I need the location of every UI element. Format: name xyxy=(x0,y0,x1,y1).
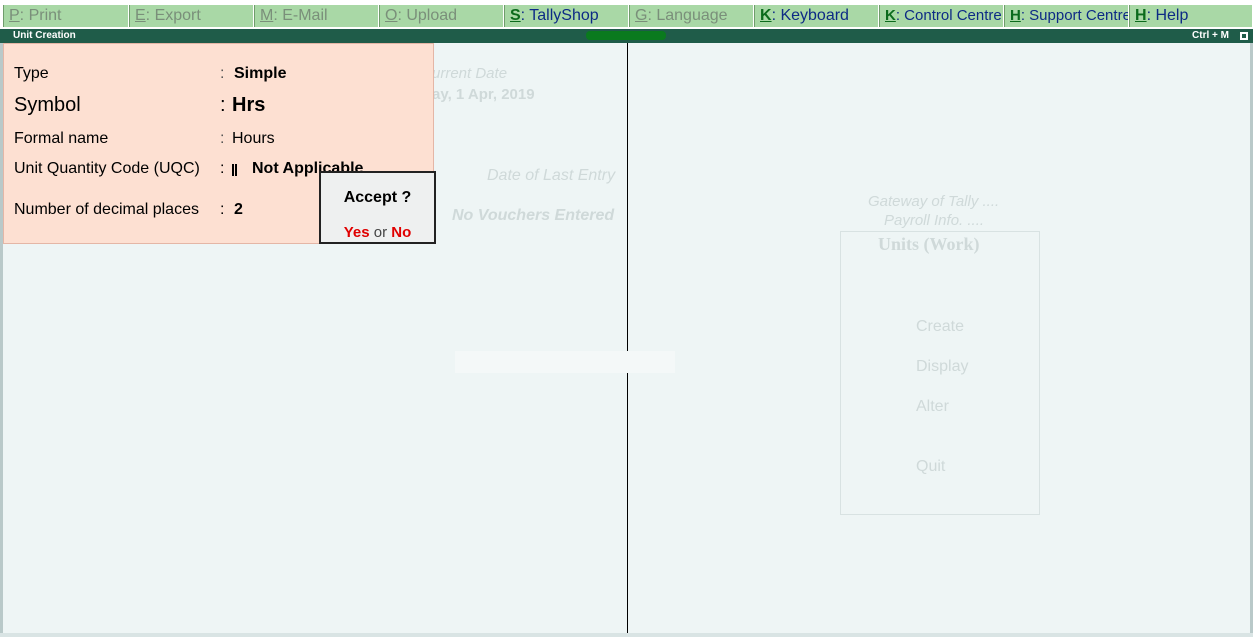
print-button[interactable]: P: Print xyxy=(3,5,129,27)
symbol-row: Symbol : Hrs xyxy=(14,94,265,117)
control-centre-hotkey: K xyxy=(885,7,896,24)
symbol-label: Symbol xyxy=(14,94,81,116)
type-colon: : xyxy=(220,65,225,82)
or-text: or xyxy=(373,224,388,241)
keyboard-label: : Keyboard xyxy=(771,7,849,24)
keyboard-button[interactable]: K: Keyboard xyxy=(754,5,879,27)
formal-name-colon: : xyxy=(220,130,225,147)
export-hotkey: E xyxy=(135,7,146,24)
units-option-quit[interactable]: Quit xyxy=(916,458,945,476)
upload-hotkey: O xyxy=(385,7,398,24)
support-centre-button[interactable]: H: Support Centre xyxy=(1004,5,1129,27)
decimal-places-colon: : xyxy=(220,201,225,218)
tallyshop-button[interactable]: S: TallyShop xyxy=(504,5,629,27)
accept-dialog: Accept ? Yes or No xyxy=(319,171,436,244)
language-button[interactable]: G: Language xyxy=(629,5,754,27)
symbol-colon: : xyxy=(220,94,226,116)
email-label: : E-Mail xyxy=(273,7,328,24)
top-button-bar: P: Print E: Export M: E-Mail O: Upload S… xyxy=(0,0,1253,29)
tallyshop-label: : TallyShop xyxy=(520,7,599,24)
uqc-label: Unit Quantity Code (UQC) xyxy=(14,160,200,177)
last-entry-value: No Vouchers Entered xyxy=(452,207,615,224)
units-option-create[interactable]: Create xyxy=(916,318,964,336)
yes-button[interactable]: Yes xyxy=(344,224,370,241)
uqc-row: Unit Quantity Code (UQC) : Not Applicabl… xyxy=(14,160,363,178)
minimize-icon[interactable] xyxy=(1239,31,1249,41)
language-label: : Language xyxy=(647,7,728,24)
help-hotkey: H xyxy=(1135,7,1147,24)
help-label: : Help xyxy=(1146,7,1189,24)
window-title: Unit Creation xyxy=(13,30,76,41)
gateway-subtitle: Payroll Info. .... xyxy=(884,212,985,229)
keyboard-hotkey: K xyxy=(760,7,772,24)
bottom-rule xyxy=(0,633,1253,637)
export-label: : Export xyxy=(145,7,201,24)
no-button[interactable]: No xyxy=(391,224,411,241)
upload-label: : Upload xyxy=(397,7,458,24)
formal-name-label: Formal name xyxy=(14,130,109,147)
help-button[interactable]: H: Help xyxy=(1129,5,1253,27)
email-button[interactable]: M: E-Mail xyxy=(254,5,379,27)
decimal-places-label: Number of decimal places xyxy=(14,201,199,218)
language-hotkey: G xyxy=(635,7,648,24)
support-centre-label: : Support Centre xyxy=(1020,7,1129,24)
decimal-places-row: Number of decimal places : 2 xyxy=(14,201,243,219)
title-center-marker xyxy=(586,31,666,40)
window-title-bar: Unit Creation Ctrl + M xyxy=(0,29,1253,43)
print-hotkey: P xyxy=(9,7,20,24)
formal-name-row: Formal name : Hours xyxy=(14,130,275,148)
type-value[interactable]: Simple xyxy=(234,65,286,83)
email-hotkey: M xyxy=(260,7,274,24)
uqc-colon: : xyxy=(220,160,225,177)
current-date-label: urrent Date xyxy=(432,65,508,82)
upload-button[interactable]: O: Upload xyxy=(379,5,504,27)
units-menu-title: Units (Work) xyxy=(878,234,980,254)
units-option-display[interactable]: Display xyxy=(916,358,968,376)
current-date-value: ay, 1 Apr, 2019 xyxy=(432,86,535,103)
formal-name-value[interactable]: Hours xyxy=(232,130,275,148)
decimal-places-value[interactable]: 2 xyxy=(234,201,243,219)
accept-options: Yes or No xyxy=(321,224,434,241)
type-label: Type xyxy=(14,65,49,82)
support-centre-hotkey: H xyxy=(1010,7,1021,24)
last-entry-label: Date of Last Entry xyxy=(487,167,616,184)
accept-question: Accept ? xyxy=(343,189,412,206)
export-button[interactable]: E: Export xyxy=(129,5,254,27)
gateway-title: Gateway of Tally .... xyxy=(868,193,1000,210)
ghost-highlight-bar xyxy=(455,351,675,373)
control-centre-label: : Control Centre xyxy=(895,7,1002,24)
title-shortcut: Ctrl + M xyxy=(1192,30,1229,41)
units-option-alter[interactable]: Alter xyxy=(916,398,949,416)
print-label: : Print xyxy=(19,7,62,24)
uqc-list-icon xyxy=(232,164,237,176)
type-row: Type : Simple xyxy=(14,65,286,83)
symbol-value[interactable]: Hrs xyxy=(232,94,265,117)
tallyshop-hotkey: S xyxy=(510,7,521,24)
control-centre-button[interactable]: K: Control Centre xyxy=(879,5,1004,27)
